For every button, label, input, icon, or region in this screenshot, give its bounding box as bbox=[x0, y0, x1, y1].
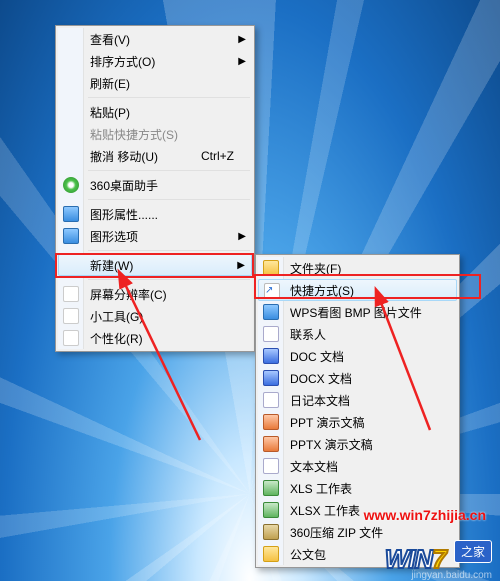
menu-item-label: 新建(W) bbox=[90, 257, 251, 274]
journal-icon bbox=[262, 391, 280, 409]
menu-item-label: 快捷方式(S) bbox=[290, 282, 456, 299]
menu-item-label: 360压缩 ZIP 文件 bbox=[290, 524, 457, 541]
word-icon bbox=[262, 369, 280, 387]
menu-item-label: 文件夹(F) bbox=[290, 260, 457, 277]
menu-item-view[interactable]: 查看(V) ▶ bbox=[58, 28, 252, 50]
menu-separator bbox=[88, 170, 250, 171]
chevron-right-icon: ▶ bbox=[237, 260, 245, 271]
menu-item-label: 屏幕分辨率(C) bbox=[90, 286, 252, 303]
graphics-icon bbox=[62, 205, 80, 223]
menu-item-label: 粘贴(P) bbox=[90, 104, 252, 121]
menu-item-label: 粘贴快捷方式(S) bbox=[90, 126, 252, 143]
menu-item-new-zip[interactable]: 360压缩 ZIP 文件 bbox=[258, 521, 457, 543]
menu-item-label: DOC 文档 bbox=[290, 348, 457, 365]
menu-separator bbox=[88, 250, 250, 251]
menu-separator bbox=[88, 199, 250, 200]
menu-item-paste[interactable]: 粘贴(P) bbox=[58, 101, 252, 123]
menu-item-gadgets[interactable]: 小工具(G) bbox=[58, 305, 252, 327]
menu-item-label: 个性化(R) bbox=[90, 330, 252, 347]
menu-item-label: 查看(V) bbox=[90, 31, 252, 48]
gadget-icon bbox=[62, 307, 80, 325]
menu-item-label: 排序方式(O) bbox=[90, 53, 252, 70]
menu-item-new-contact[interactable]: 联系人 bbox=[258, 323, 457, 345]
menu-item-label: DOCX 文档 bbox=[290, 370, 457, 387]
credit-text: jingyan.baidu.com bbox=[411, 570, 492, 581]
menu-item-personalize[interactable]: 个性化(R) bbox=[58, 327, 252, 349]
contact-icon bbox=[262, 325, 280, 343]
menu-item-label: XLS 工作表 bbox=[290, 480, 457, 497]
menu-item-graphics-options[interactable]: 图形选项 ▶ bbox=[58, 225, 252, 247]
zip-icon bbox=[262, 523, 280, 541]
menu-item-paste-shortcut: 粘贴快捷方式(S) bbox=[58, 123, 252, 145]
menu-item-label: 文本文档 bbox=[290, 458, 457, 475]
menu-item-sort[interactable]: 排序方式(O) ▶ bbox=[58, 50, 252, 72]
menu-item-label: 小工具(G) bbox=[90, 308, 252, 325]
context-menu: 查看(V) ▶ 排序方式(O) ▶ 刷新(E) 粘贴(P) 粘贴快捷方式(S) … bbox=[55, 25, 255, 352]
powerpoint-icon bbox=[262, 413, 280, 431]
menu-item-new-txt[interactable]: 文本文档 bbox=[258, 455, 457, 477]
folder-icon bbox=[262, 259, 280, 277]
menu-item-new-pptx[interactable]: PPTX 演示文稿 bbox=[258, 433, 457, 455]
menu-item-new-docx[interactable]: DOCX 文档 bbox=[258, 367, 457, 389]
powerpoint-icon bbox=[262, 435, 280, 453]
menu-item-label: 图形选项 bbox=[90, 228, 252, 245]
chevron-right-icon: ▶ bbox=[238, 56, 246, 67]
chevron-right-icon: ▶ bbox=[238, 34, 246, 45]
menu-item-new-bmp[interactable]: WPS看图 BMP 图片文件 bbox=[258, 301, 457, 323]
personalize-icon bbox=[62, 329, 80, 347]
menu-separator bbox=[88, 279, 250, 280]
monitor-icon bbox=[62, 285, 80, 303]
menu-item-360-desktop[interactable]: 360桌面助手 bbox=[58, 174, 252, 196]
menu-item-shortcut: Ctrl+Z bbox=[201, 149, 234, 163]
image-icon bbox=[262, 303, 280, 321]
excel-icon bbox=[262, 479, 280, 497]
menu-item-new-folder[interactable]: 文件夹(F) bbox=[258, 257, 457, 279]
menu-item-refresh[interactable]: 刷新(E) bbox=[58, 72, 252, 94]
menu-item-label: PPT 演示文稿 bbox=[290, 414, 457, 431]
menu-item-new-ppt[interactable]: PPT 演示文稿 bbox=[258, 411, 457, 433]
excel-icon bbox=[262, 501, 280, 519]
menu-item-screen-resolution[interactable]: 屏幕分辨率(C) bbox=[58, 283, 252, 305]
menu-item-label: WPS看图 BMP 图片文件 bbox=[290, 304, 457, 321]
logo-sub: 之家 bbox=[454, 540, 492, 563]
menu-item-label: 撤消 移动(U) bbox=[90, 148, 201, 165]
menu-item-new-doc[interactable]: DOC 文档 bbox=[258, 345, 457, 367]
menu-item-label: 刷新(E) bbox=[90, 75, 252, 92]
graphics-icon bbox=[62, 227, 80, 245]
menu-item-undo-move[interactable]: 撤消 移动(U) Ctrl+Z bbox=[58, 145, 252, 167]
menu-item-label: 图形属性...... bbox=[90, 206, 252, 223]
menu-item-label: PPTX 演示文稿 bbox=[290, 436, 457, 453]
menu-item-new-xls[interactable]: XLS 工作表 bbox=[258, 477, 457, 499]
menu-item-label: 联系人 bbox=[290, 326, 457, 343]
shortcut-icon bbox=[263, 282, 281, 300]
menu-item-new[interactable]: 新建(W) ▶ bbox=[58, 254, 252, 276]
briefcase-icon bbox=[262, 545, 280, 563]
watermark-text: www.win7zhijia.cn bbox=[364, 507, 486, 523]
word-icon bbox=[262, 347, 280, 365]
360-icon bbox=[62, 176, 80, 194]
menu-item-new-shortcut[interactable]: 快捷方式(S) bbox=[258, 279, 457, 301]
text-icon bbox=[262, 457, 280, 475]
menu-item-graphics-props[interactable]: 图形属性...... bbox=[58, 203, 252, 225]
chevron-right-icon: ▶ bbox=[238, 231, 246, 242]
menu-item-label: 日记本文档 bbox=[290, 392, 457, 409]
menu-item-label: 360桌面助手 bbox=[90, 177, 252, 194]
menu-separator bbox=[88, 97, 250, 98]
menu-item-new-journal[interactable]: 日记本文档 bbox=[258, 389, 457, 411]
